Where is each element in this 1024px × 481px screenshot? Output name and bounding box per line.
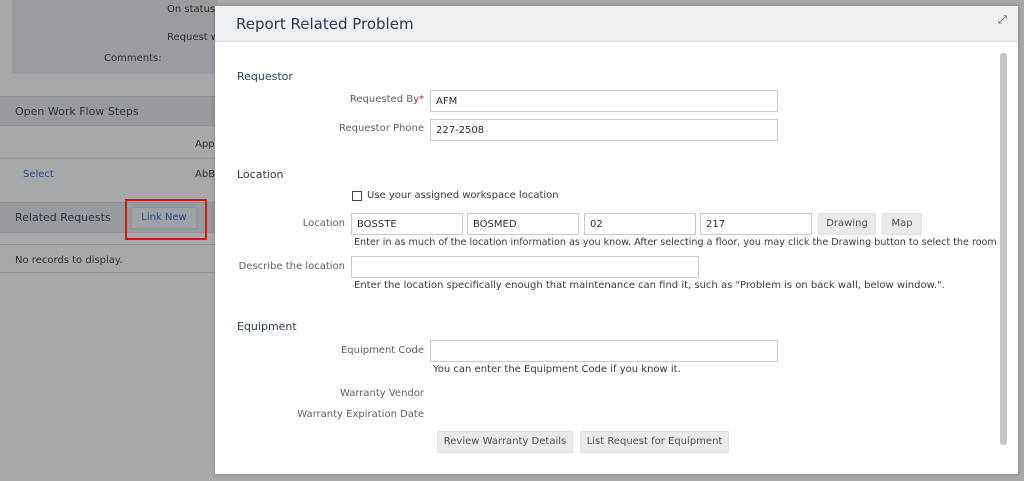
equipment-code-label: Equipment Code (340, 345, 424, 356)
drawing-button[interactable]: Drawing (818, 213, 876, 235)
list-request-equipment-button[interactable]: List Request for Equipment (580, 431, 729, 453)
use-workspace-label: Use your assigned workspace location (367, 190, 559, 201)
floor-input[interactable] (584, 213, 696, 235)
use-workspace-checkbox[interactable] (352, 191, 362, 201)
no-records-message: No records to display. (15, 255, 123, 266)
vertical-scrollbar[interactable] (1000, 53, 1007, 445)
divider (0, 272, 215, 273)
approve-column-header: App (195, 139, 215, 150)
room-input[interactable] (700, 213, 812, 235)
location-section-title: Location (237, 168, 284, 181)
map-button[interactable]: Map (882, 213, 922, 235)
warranty-vendor-label: Warranty Vendor (339, 388, 424, 399)
dialog-body: Requestor Requested By* Requestor Phone … (215, 43, 1018, 474)
on-status-label: On status (167, 4, 216, 15)
open-workflow-header: Open Work Flow Steps (0, 96, 215, 126)
requestor-phone-input[interactable] (430, 119, 778, 141)
divider (0, 158, 215, 159)
describe-location-input[interactable] (351, 256, 699, 278)
open-workflow-title: Open Work Flow Steps (15, 105, 139, 118)
related-requests-title: Related Requests (15, 211, 111, 224)
dialog-title: Report Related Problem (236, 15, 414, 33)
dialog-header: Report Related Problem ⤢ (215, 6, 1018, 42)
request-label: Request w (167, 32, 219, 43)
report-related-problem-dialog: Report Related Problem ⤢ Requestor Reque… (215, 6, 1018, 474)
requested-by-input[interactable] (430, 90, 778, 112)
comments-label: Comments: (104, 53, 162, 64)
requestor-phone-label: Requestor Phone (338, 123, 424, 134)
location-label: Location (302, 218, 345, 229)
equipment-code-input[interactable] (430, 340, 778, 362)
warranty-expiration-label: Warranty Expiration Date (297, 409, 424, 420)
workflow-step-value: AbB (195, 169, 216, 180)
equipment-section-title: Equipment (237, 320, 297, 333)
review-warranty-button[interactable]: Review Warranty Details (437, 431, 573, 453)
describe-location-hint: Enter the location specifically enough t… (354, 280, 945, 291)
maximize-icon[interactable]: ⤢ (998, 14, 1010, 26)
required-marker: * (419, 94, 424, 105)
building-input[interactable] (351, 213, 463, 235)
site-input[interactable] (467, 213, 579, 235)
equipment-code-hint: You can enter the Equipment Code if you … (433, 364, 681, 375)
describe-location-label: Describe the location (238, 261, 345, 272)
requestor-section-title: Requestor (237, 70, 293, 83)
location-hint: Enter in as much of the location informa… (354, 237, 997, 248)
requested-by-label: Requested By* (349, 94, 424, 105)
link-new-button[interactable]: Link New (131, 207, 197, 229)
select-link[interactable]: Select (23, 169, 54, 180)
divider (0, 244, 215, 245)
